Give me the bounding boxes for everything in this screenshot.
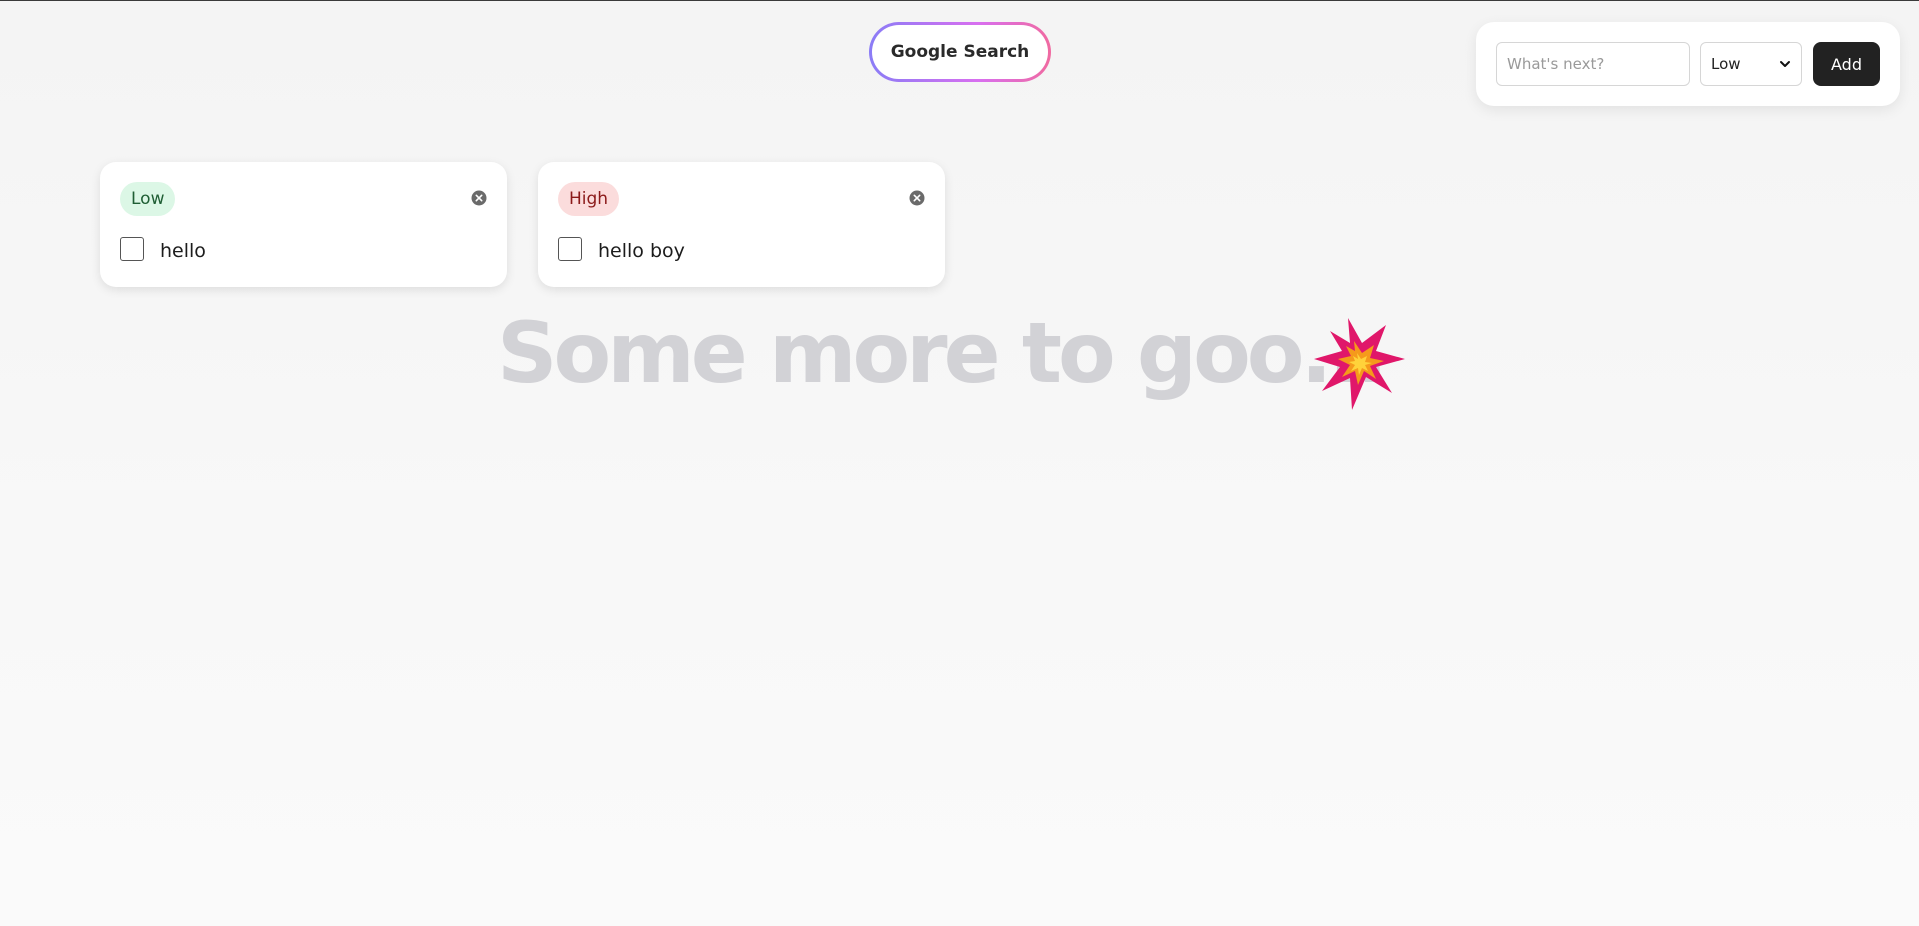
- task-text: hello boy: [598, 240, 685, 262]
- empty-state-message: Some more to goo...: [497, 304, 1388, 402]
- chevron-down-icon: [1780, 61, 1790, 67]
- add-task-panel: Low Add: [1476, 22, 1900, 106]
- collision-burst-icon: [1314, 318, 1405, 410]
- close-circle-icon[interactable]: [471, 190, 487, 206]
- priority-select[interactable]: Low: [1700, 42, 1802, 86]
- task-checkbox[interactable]: [558, 237, 582, 261]
- task-checkbox[interactable]: [120, 237, 144, 261]
- task-text: hello: [160, 240, 206, 262]
- google-search-label: Google Search: [872, 25, 1048, 79]
- add-button[interactable]: Add: [1813, 42, 1880, 86]
- priority-select-value: Low: [1711, 55, 1741, 73]
- task-input[interactable]: [1496, 42, 1690, 86]
- priority-badge: Low: [120, 182, 176, 216]
- close-circle-icon[interactable]: [909, 190, 925, 206]
- task-card: High hello boy: [538, 162, 945, 287]
- priority-badge: High: [558, 182, 620, 216]
- task-card: Low hello: [100, 162, 507, 287]
- google-search-button[interactable]: Google Search: [869, 22, 1051, 82]
